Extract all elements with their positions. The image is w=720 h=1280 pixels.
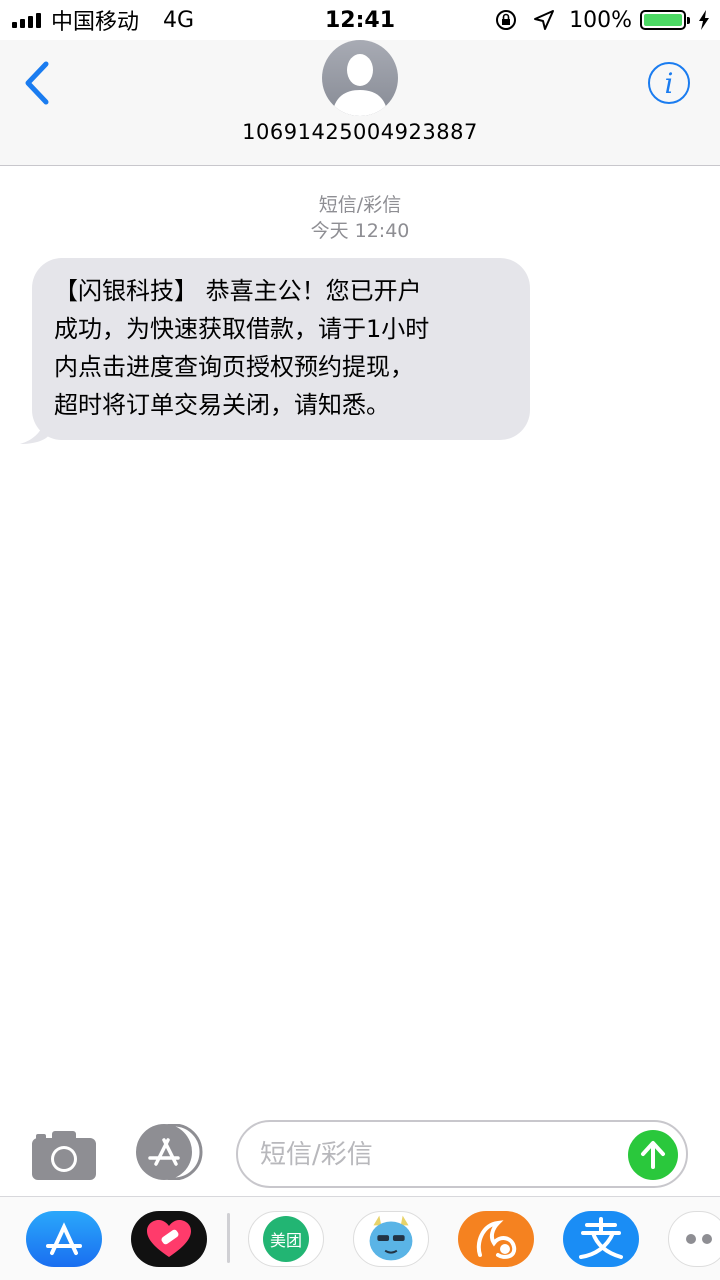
conversation-header: 10691425004923887 i	[0, 40, 720, 166]
squirrel-icon	[476, 1220, 517, 1259]
battery-icon	[640, 10, 690, 30]
contact-avatar-icon[interactable]	[322, 40, 398, 116]
status-bar: 中国移动 4G 12:41 100%	[0, 0, 720, 40]
battery-percent: 100%	[569, 7, 632, 33]
battery-fill	[644, 14, 682, 26]
message-line: 内点击进度查询页授权预约提现，	[54, 353, 414, 381]
message-line: 成功，为快速获取借款，请于1小时	[54, 315, 430, 343]
more-dots-icon	[686, 1234, 712, 1244]
monster-face-icon	[369, 1215, 413, 1261]
app-store-app-icon[interactable]	[26, 1211, 102, 1267]
message-type-label: 短信/彩信	[318, 194, 402, 216]
message-input-field[interactable]	[236, 1120, 688, 1188]
heart-icon	[147, 1220, 191, 1257]
send-button[interactable]	[628, 1130, 678, 1180]
message-line: 超时将订单交易关闭，请知悉。	[54, 391, 390, 419]
alipay-app-icon[interactable]	[563, 1211, 639, 1267]
sender-number[interactable]: 10691425004923887	[0, 120, 720, 144]
app-store-glyph-icon	[46, 1222, 82, 1255]
message-line: 【闪银科技】 恭喜主公！您已开户	[54, 277, 422, 305]
person-silhouette-icon	[332, 54, 388, 116]
back-chevron-icon[interactable]	[18, 60, 58, 106]
clock: 12:41	[324, 7, 396, 33]
app-strip-divider	[227, 1213, 230, 1263]
sticker-app-icon[interactable]	[353, 1211, 429, 1267]
message-input[interactable]	[260, 1136, 620, 1174]
meituan-app-icon[interactable]: 美团	[248, 1211, 324, 1267]
message-timestamp: 今天 12:40	[310, 220, 410, 242]
orientation-lock-icon	[496, 10, 517, 30]
camera-icon[interactable]	[32, 1130, 96, 1180]
status-right: 100%	[495, 0, 710, 40]
info-icon[interactable]: i	[648, 62, 690, 104]
alipay-glyph-icon	[579, 1217, 623, 1259]
more-apps-button[interactable]	[668, 1211, 720, 1267]
compose-bar	[0, 1118, 720, 1194]
digital-touch-app-icon[interactable]	[131, 1211, 207, 1267]
imessage-app-drawer: 美团	[0, 1196, 720, 1280]
meituan-label: 美团	[263, 1216, 309, 1262]
send-arrow-icon	[641, 1141, 665, 1169]
uc-browser-app-icon[interactable]	[458, 1211, 534, 1267]
app-store-icon[interactable]	[134, 1124, 204, 1180]
location-icon	[534, 10, 555, 30]
charging-icon	[699, 10, 709, 30]
incoming-message-bubble[interactable]: 【闪银科技】 恭喜主公！您已开户 成功，为快速获取借款，请于1小时 内点击进度查…	[32, 258, 530, 440]
